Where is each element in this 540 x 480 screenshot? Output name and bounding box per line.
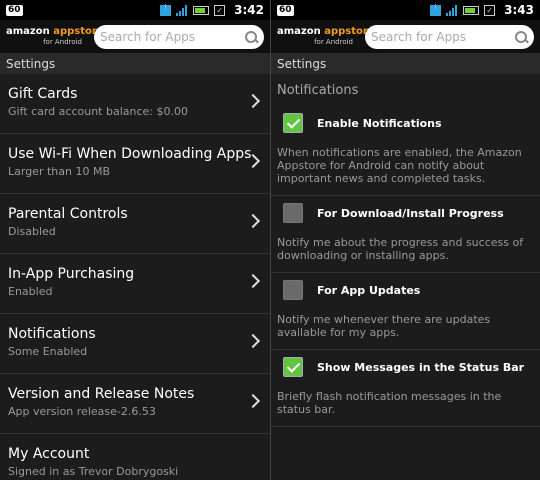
- signal-icon: [446, 4, 458, 16]
- pref-description: Notify me about the progress and success…: [271, 230, 540, 273]
- app-bar: amazon appstore for Android Search for A…: [0, 20, 270, 54]
- search-input[interactable]: Search for Apps: [94, 24, 264, 49]
- search-icon[interactable]: [514, 30, 528, 44]
- search-icon[interactable]: [244, 30, 258, 44]
- settings-item-version-notes[interactable]: Version and Release Notes App version re…: [0, 374, 270, 434]
- page-title: Notifications: [277, 83, 359, 98]
- settings-item-my-account[interactable]: My Account Signed in as Trevor Dobrygosk…: [0, 434, 270, 480]
- battery-icon: [193, 5, 210, 15]
- status-bar: 60 ⋮ ✓ 3:42: [0, 0, 270, 20]
- pref-description: Notify me whenever there are updates ava…: [271, 307, 540, 350]
- pref-app-updates[interactable]: For App Updates: [271, 273, 540, 307]
- wifi-icon: ⋮: [430, 3, 442, 16]
- section-header: Settings: [0, 54, 270, 74]
- mail-icon: ✓: [214, 4, 226, 16]
- notification-count-badge: 60: [277, 4, 294, 16]
- app-bar: amazon appstore for Android Search for A…: [271, 20, 540, 54]
- battery-icon: [463, 5, 480, 15]
- checkbox-unchecked[interactable]: [283, 280, 303, 300]
- checkbox-checked[interactable]: [283, 357, 303, 377]
- pref-status-bar-messages[interactable]: Show Messages in the Status Bar: [271, 350, 540, 384]
- clock: 3:42: [234, 3, 264, 17]
- mail-icon: ✓: [484, 4, 496, 16]
- search-placeholder[interactable]: Search for Apps: [371, 30, 514, 44]
- amazon-appstore-logo[interactable]: amazon appstore for Android: [6, 26, 104, 47]
- screens: 60 ⋮ ✓ 3:42 amazon appstore for Android …: [0, 0, 540, 480]
- settings-item-notifications[interactable]: Notifications Some Enabled: [0, 314, 270, 374]
- settings-screen: 60 ⋮ ✓ 3:42 amazon appstore for Android …: [0, 0, 270, 480]
- settings-item-parental-controls[interactable]: Parental Controls Disabled: [0, 194, 270, 254]
- amazon-appstore-logo[interactable]: amazon appstore for Android: [277, 26, 375, 47]
- pref-description: When notifications are enabled, the Amaz…: [271, 140, 540, 196]
- checkbox-unchecked[interactable]: [283, 203, 303, 223]
- signal-icon: [176, 4, 188, 16]
- search-placeholder[interactable]: Search for Apps: [100, 30, 244, 44]
- pref-download-progress[interactable]: For Download/Install Progress: [271, 196, 540, 230]
- notifications-screen: 60 ⋮ ✓ 3:43 amazon appstore for Android …: [270, 0, 540, 480]
- settings-item-gift-cards[interactable]: Gift Cards Gift card account balance: $0…: [0, 74, 270, 134]
- settings-item-wifi-downloads[interactable]: Use Wi-Fi When Downloading Apps Larger t…: [0, 134, 270, 194]
- section-header: Settings: [271, 54, 540, 74]
- settings-item-in-app-purchasing[interactable]: In-App Purchasing Enabled: [0, 254, 270, 314]
- pref-description: Briefly flash notification messages in t…: [271, 384, 540, 427]
- checkbox-checked[interactable]: [283, 113, 303, 133]
- pref-enable-notifications[interactable]: Enable Notifications: [271, 106, 540, 140]
- notification-count-badge: 60: [6, 4, 23, 16]
- status-bar: 60 ⋮ ✓ 3:43: [271, 0, 540, 20]
- search-input[interactable]: Search for Apps: [365, 24, 534, 49]
- clock: 3:43: [504, 3, 534, 17]
- wifi-icon: ⋮: [160, 3, 172, 16]
